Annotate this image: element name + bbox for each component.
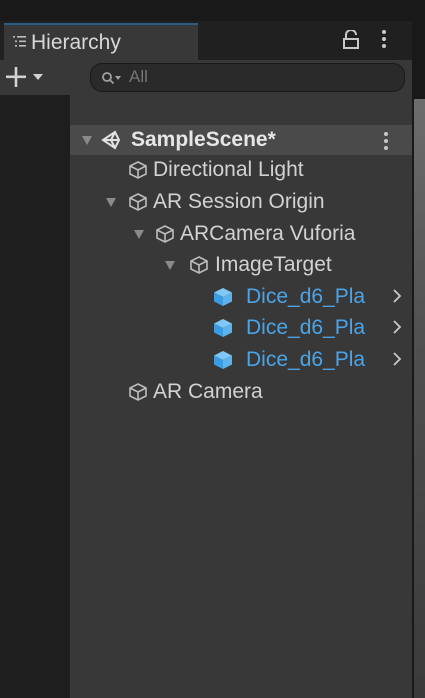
search-field[interactable] xyxy=(90,63,405,92)
scene-expand-arrow[interactable] xyxy=(82,136,92,145)
item-label: ImageTarget xyxy=(215,253,332,276)
hierarchy-item-dice-2[interactable]: Dice_d6_Pla xyxy=(70,313,412,343)
add-dropdown-button[interactable] xyxy=(4,64,56,90)
expand-arrow[interactable] xyxy=(134,230,144,239)
hierarchy-gutter xyxy=(0,95,70,698)
cube-outline-icon xyxy=(190,256,208,274)
expand-arrow[interactable] xyxy=(165,261,175,270)
hierarchy-list-icon xyxy=(13,36,26,47)
item-label: AR Camera xyxy=(153,380,263,403)
lock-icon[interactable] xyxy=(342,30,360,50)
hierarchy-panel: Hierarchy All SampleScene* Directional L… xyxy=(0,21,412,698)
prefab-cube-icon xyxy=(214,351,232,369)
chevron-right-icon[interactable] xyxy=(392,350,402,368)
cube-outline-icon xyxy=(129,161,147,179)
hierarchy-item-dice-1[interactable]: Dice_d6_Pla xyxy=(70,282,412,312)
search-icon xyxy=(102,72,121,85)
scene-viewport-edge xyxy=(414,99,425,698)
hierarchy-item-ar-session-origin[interactable]: AR Session Origin xyxy=(70,187,412,217)
item-label: Dice_d6_Pla xyxy=(246,316,366,339)
item-label: AR Session Origin xyxy=(153,190,325,213)
item-label: Directional Light xyxy=(153,158,304,181)
prefab-cube-icon xyxy=(214,288,232,306)
chevron-right-icon[interactable] xyxy=(392,318,402,336)
panel-menu-icon[interactable] xyxy=(381,28,387,50)
hierarchy-item-imagetarget[interactable]: ImageTarget xyxy=(70,250,412,280)
prefab-cube-icon xyxy=(214,319,232,337)
tab-bar: Hierarchy xyxy=(0,21,412,60)
scene-row[interactable]: SampleScene* xyxy=(70,125,412,155)
unity-scene-icon xyxy=(101,130,121,150)
hierarchy-tree: SampleScene* Directional Light AR Sessio… xyxy=(70,95,412,698)
cube-outline-icon xyxy=(129,193,147,211)
item-label: ARCamera Vuforia xyxy=(180,222,356,245)
hierarchy-item-arcamera-vuforia[interactable]: ARCamera Vuforia xyxy=(70,219,412,249)
cube-outline-icon xyxy=(156,225,174,243)
item-label: Dice_d6_Pla xyxy=(246,348,366,371)
expand-arrow[interactable] xyxy=(106,198,116,207)
chevron-right-icon[interactable] xyxy=(392,287,402,305)
window-top-strip xyxy=(0,0,425,21)
hierarchy-toolbar xyxy=(0,60,412,95)
hierarchy-item-ar-camera[interactable]: AR Camera xyxy=(70,377,412,407)
hierarchy-item-dice-3[interactable]: Dice_d6_Pla xyxy=(70,345,412,375)
scene-menu-icon[interactable] xyxy=(383,131,389,151)
hierarchy-item-directional-light[interactable]: Directional Light xyxy=(70,155,412,185)
tab-hierarchy[interactable]: Hierarchy xyxy=(4,23,198,60)
tab-hierarchy-label: Hierarchy xyxy=(31,31,121,54)
item-label: Dice_d6_Pla xyxy=(246,285,366,308)
cube-outline-icon xyxy=(129,383,147,401)
scene-name: SampleScene* xyxy=(131,128,276,151)
search-input[interactable] xyxy=(129,66,389,88)
